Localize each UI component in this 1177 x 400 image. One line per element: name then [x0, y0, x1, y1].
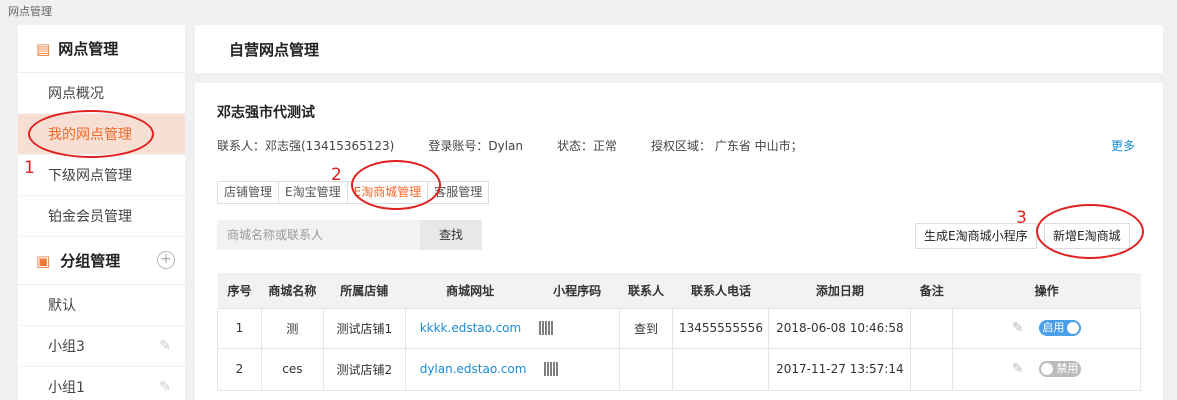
- enable-toggle[interactable]: 启用: [1039, 320, 1082, 337]
- sidebar-item-platinum-members[interactable]: 铂金会员管理: [18, 196, 185, 237]
- sidebar-item-overview[interactable]: 网点概况: [18, 73, 185, 114]
- cell-actions: ✎ 启用: [952, 307, 1141, 349]
- tab-customer-service[interactable]: 客服管理: [427, 181, 490, 204]
- cell-name: ces: [260, 347, 324, 391]
- group-label: 小组3: [48, 339, 85, 355]
- sidebar-item-my-outlets[interactable]: 我的网点管理: [18, 114, 185, 155]
- column-header: 联系人电话: [690, 283, 751, 298]
- cell-note: [910, 307, 954, 349]
- sidebar: ▤ 网点管理 网点概况 我的网点管理 下级网点管理 铂金会员管理 ▣ 分组管理 …: [18, 25, 185, 400]
- edit-icon[interactable]: ✎: [1012, 361, 1024, 377]
- column-header: 备注: [919, 283, 944, 298]
- status-info: 状态：正常: [557, 139, 618, 153]
- more-link[interactable]: 更多: [1111, 137, 1135, 154]
- cell-contact: [618, 347, 674, 391]
- column-header: 序号: [227, 283, 252, 298]
- outlet-info: 联系人：邓志强(13415365123) 登录账号：Dylan 状态：正常 授权…: [217, 137, 1135, 154]
- sidebar-section-groups: ▣ 分组管理 +: [18, 237, 185, 285]
- cell-date: 2017-11-27 13:57:14: [768, 347, 912, 391]
- cell-url: dylan.edstao.com: [404, 347, 620, 391]
- main-panel: 邓志强市代测试 联系人：邓志强(13415365123) 登录账号：Dylan …: [195, 83, 1163, 400]
- qr-code-icon[interactable]: [539, 321, 554, 336]
- sidebar-section-label: 网点管理: [58, 40, 119, 58]
- column-header: 商城名称: [268, 283, 317, 298]
- cell-note: [910, 347, 954, 391]
- table-row: 1 测 测试店铺1 kkkk.edstao.com 查到 13455555556…: [217, 307, 1141, 349]
- edit-group-icon[interactable]: ✎: [159, 338, 171, 354]
- tab-shop-management[interactable]: 店铺管理: [217, 181, 280, 204]
- group-label: 小组1: [48, 380, 85, 396]
- edit-group-icon[interactable]: ✎: [159, 379, 171, 395]
- column-header: 小程序码: [553, 283, 602, 298]
- outlet-title: 邓志强市代测试: [217, 105, 315, 121]
- search-input[interactable]: [217, 220, 420, 250]
- column-header: 联系人: [628, 283, 665, 298]
- mall-url-link[interactable]: kkkk.edstao.com: [420, 321, 522, 335]
- account-info: 登录账号：Dylan: [428, 139, 523, 153]
- cell-phone: [672, 347, 770, 391]
- sidebar-group-default[interactable]: 默认: [18, 285, 185, 326]
- table-row: 2 ces 测试店铺2 dylan.edstao.com 2017-11-27 …: [217, 347, 1141, 391]
- outlet-icon: ▤: [36, 39, 51, 58]
- cell-no: 2: [217, 347, 262, 391]
- toggle-label: 启用: [1042, 321, 1065, 335]
- cell-shop: 测试店铺2: [322, 347, 406, 391]
- mall-url-link[interactable]: dylan.edstao.com: [420, 362, 527, 376]
- column-header: 商城网址: [446, 283, 495, 298]
- tab-bar: 店铺管理 E淘宝管理 E淘商城管理 客服管理: [217, 181, 490, 204]
- find-button[interactable]: 查找: [420, 220, 482, 250]
- tab-etao-mall-management[interactable]: E淘商城管理: [346, 181, 429, 204]
- cell-date: 2018-06-08 10:46:58: [768, 307, 912, 349]
- cell-phone: 13455555556: [672, 307, 770, 349]
- column-header: 添加日期: [815, 283, 864, 298]
- sidebar-group-3[interactable]: 小组3 ✎: [18, 326, 185, 367]
- cell-url: kkkk.edstao.com: [404, 307, 620, 349]
- annotation-number-3: 3: [1016, 208, 1027, 228]
- contact-info: 联系人：邓志强(13415365123): [217, 139, 395, 153]
- table-header: 序号 商城名称 所属店铺 商城网址 小程序码 联系人 联系人电话 添加日期 备注…: [217, 273, 1141, 308]
- cell-name: 测: [260, 307, 324, 349]
- column-header: 所属店铺: [340, 283, 389, 298]
- breadcrumb: 网点管理: [8, 5, 52, 18]
- annotation-number-2: 2: [331, 165, 342, 185]
- mall-table: 序号 商城名称 所属店铺 商城网址 小程序码 联系人 联系人电话 添加日期 备注…: [217, 273, 1141, 391]
- add-group-icon[interactable]: +: [157, 251, 175, 269]
- region-info: 授权区域： 广东省 中山市；: [651, 139, 803, 153]
- group-icon: ▣: [36, 251, 51, 270]
- toggle-label: 禁用: [1056, 362, 1079, 376]
- sidebar-section-outlets: ▤ 网点管理: [18, 25, 185, 73]
- sidebar-group-1[interactable]: 小组1 ✎: [18, 367, 185, 400]
- toggle-knob: [1067, 322, 1080, 335]
- qr-code-icon[interactable]: [544, 362, 559, 377]
- toggle-knob: [1041, 363, 1054, 376]
- add-mall-button[interactable]: 新增E淘商城: [1044, 223, 1130, 249]
- page-title: 自营网点管理: [195, 25, 1163, 73]
- sidebar-item-sub-outlets[interactable]: 下级网点管理: [18, 155, 185, 196]
- cell-contact: 查到: [618, 307, 674, 349]
- cell-no: 1: [217, 307, 262, 349]
- group-label: 默认: [48, 298, 76, 314]
- cell-actions: ✎ 禁用: [952, 347, 1141, 391]
- annotation-number-1: 1: [24, 158, 35, 178]
- disable-toggle[interactable]: 禁用: [1039, 361, 1082, 378]
- sidebar-section-label: 分组管理: [60, 252, 121, 270]
- edit-icon[interactable]: ✎: [1012, 320, 1024, 336]
- cell-shop: 测试店铺1: [322, 307, 406, 349]
- column-header: 操作: [1034, 283, 1059, 298]
